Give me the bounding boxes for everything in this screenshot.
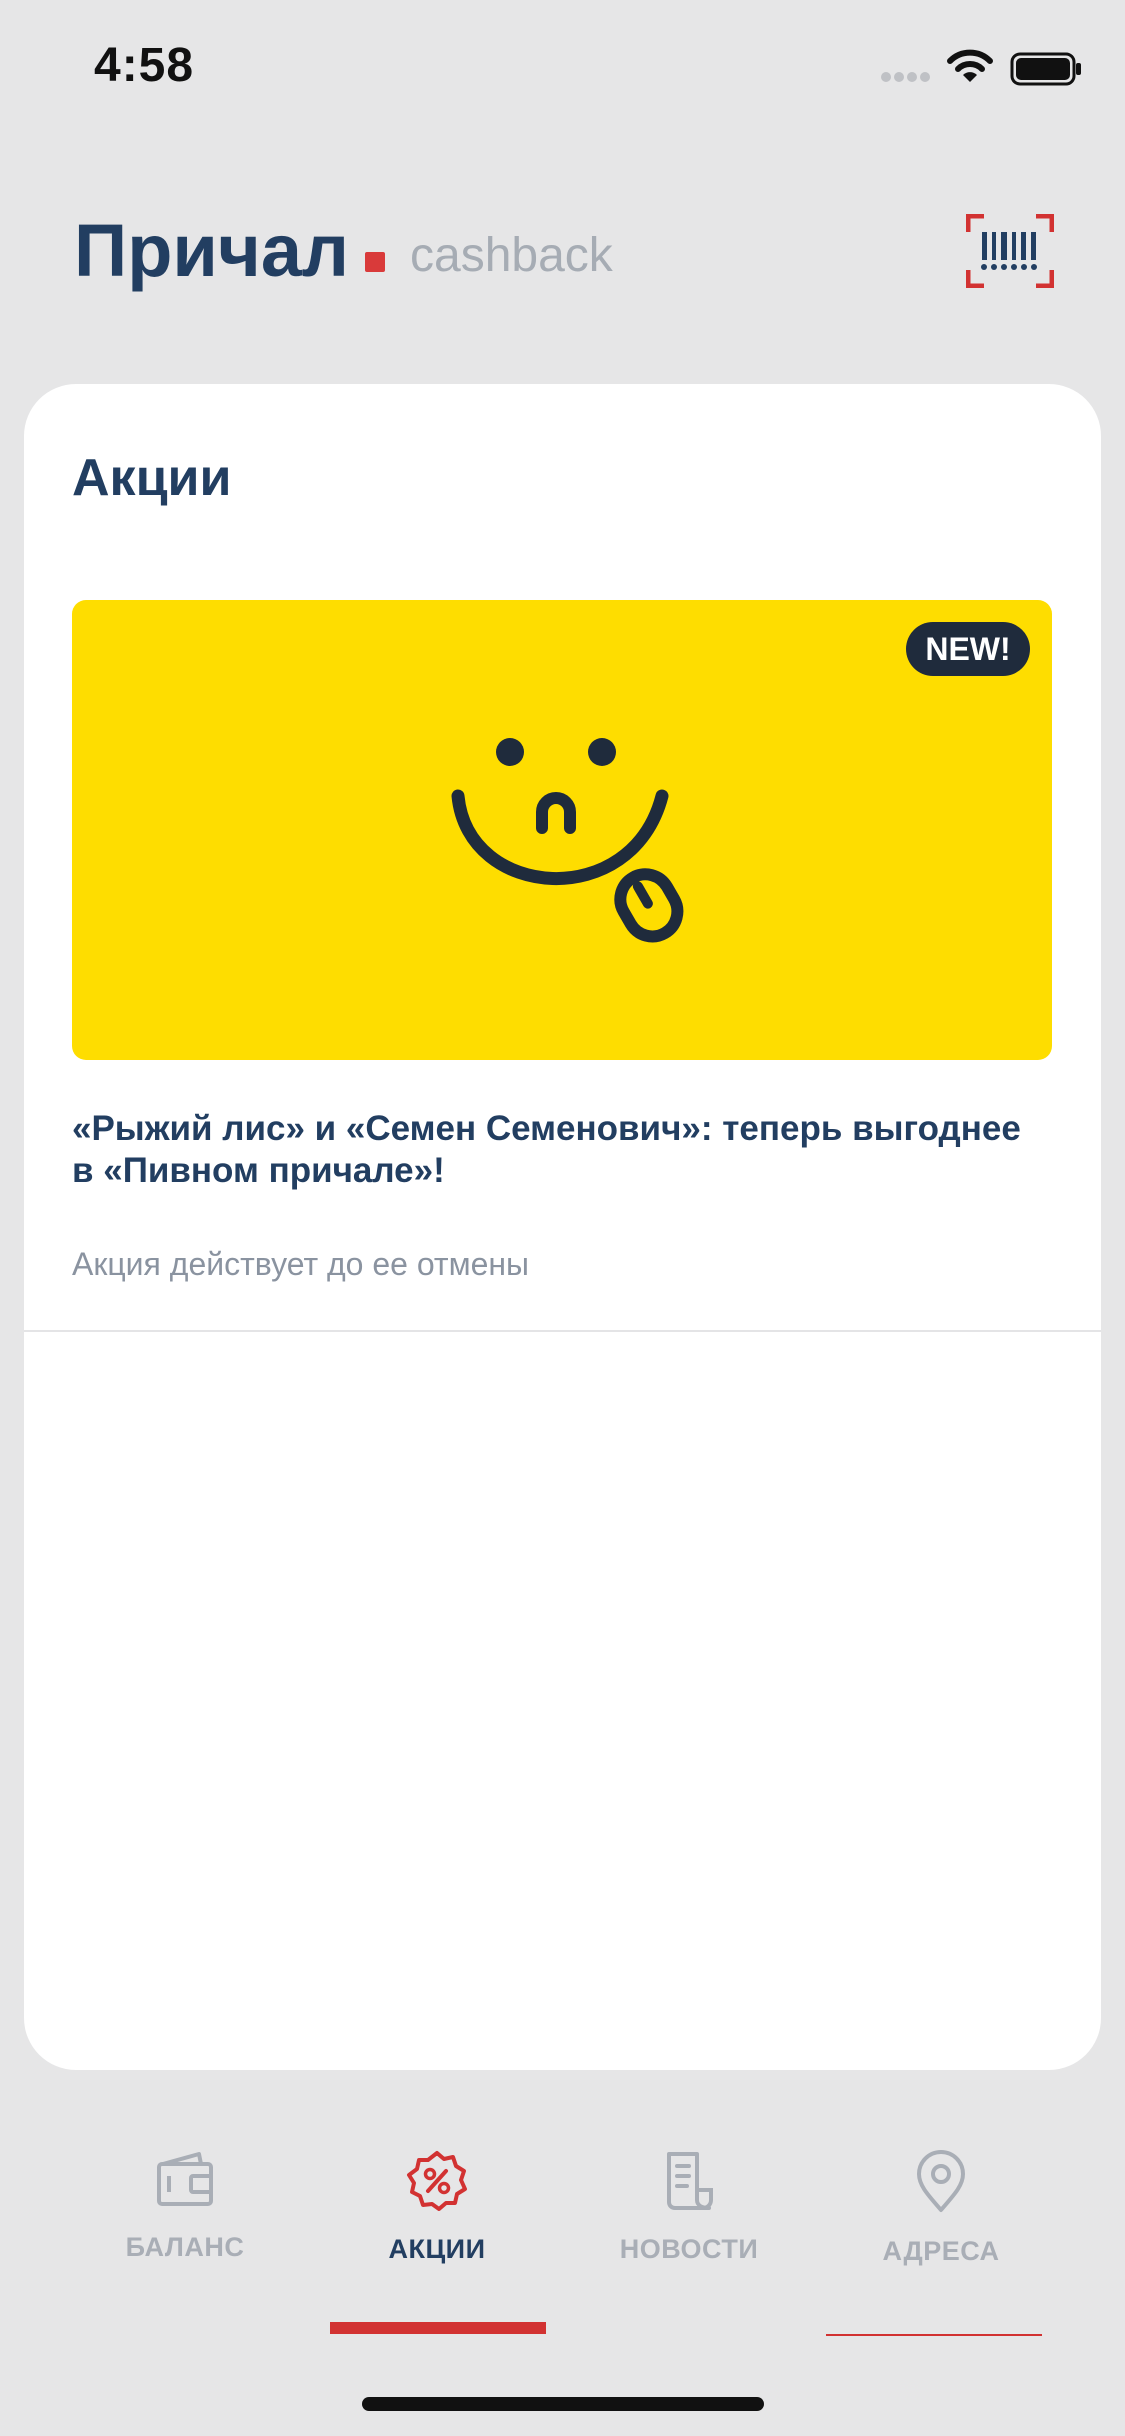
brand-subtitle: cashback [410, 229, 613, 282]
tab-promos[interactable]: АКЦИИ [332, 2150, 542, 2264]
cellular-signal-icon [881, 72, 930, 82]
tab-label: НОВОСТИ [619, 2234, 759, 2264]
battery-icon [1010, 52, 1081, 86]
status-time: 4:58 [94, 39, 195, 92]
active-tab-indicator [330, 2322, 546, 2334]
barcode-icon [981, 232, 1037, 270]
smiley-tongue-icon [451, 738, 684, 943]
receipt-icon [667, 2152, 713, 2210]
tab-label: АДРЕСА [882, 2236, 1000, 2266]
tab-addresses[interactable]: АДРЕСА [836, 2150, 1046, 2266]
promo-validity: Акция действует до ее отмены [72, 1246, 530, 1282]
tab-label: БАЛАНС [125, 2232, 245, 2262]
section-title: Акции [72, 449, 232, 507]
tab-underline [826, 2334, 1042, 2336]
percent-badge-icon [407, 2151, 467, 2211]
brand-dot [365, 252, 385, 272]
home-indicator[interactable] [362, 2397, 764, 2411]
new-badge: NEW! [906, 622, 1030, 676]
brand-title: Причал [74, 209, 350, 292]
tab-label: АКЦИИ [388, 2234, 486, 2264]
tab-balance[interactable]: БАЛАНС [80, 2150, 290, 2262]
barcode-scan-button[interactable] [966, 214, 1054, 288]
tab-news[interactable]: НОВОСТИ [584, 2150, 794, 2264]
location-pin-icon [917, 2150, 965, 2212]
divider [24, 1330, 1101, 1332]
wifi-icon [947, 49, 993, 82]
promo-image[interactable] [72, 600, 1052, 1060]
wallet-icon [157, 2152, 213, 2206]
promo-title[interactable]: «Рыжий лис» и «Семен Семенович»: теперь … [72, 1108, 1032, 1192]
